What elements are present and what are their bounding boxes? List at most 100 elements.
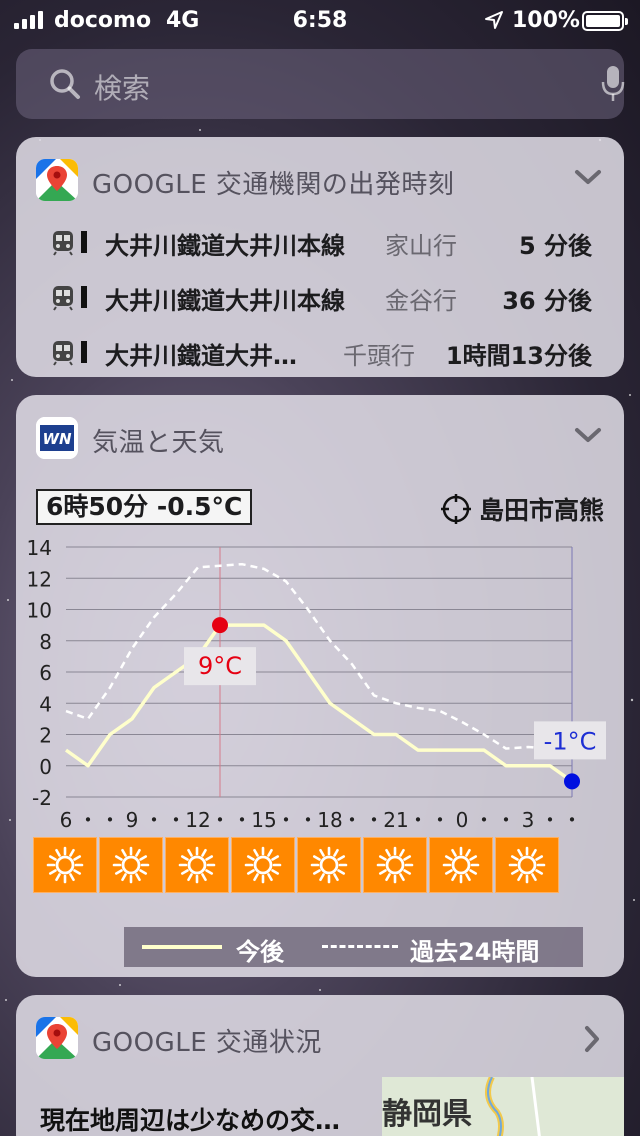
- sun-icon: [244, 846, 282, 884]
- x-tick-label: ・: [474, 808, 494, 832]
- chevron-down-icon[interactable]: [574, 167, 602, 187]
- eta: 1時間13分後: [445, 342, 592, 370]
- weather-cell: [33, 837, 97, 893]
- chevron-down-icon[interactable]: [574, 425, 602, 445]
- line-name: 大井川鐵道大井川本線: [105, 287, 345, 315]
- location-name: 島田市高熊: [478, 496, 604, 525]
- x-tick-label: ・: [210, 808, 230, 832]
- transit-widget[interactable]: GOOGLE 交通機関の出発時刻 大井川鐵道大井川本線 家山行 5 分後 大井川…: [16, 137, 624, 377]
- widget-title: 気温と天気: [92, 428, 225, 458]
- weather-cell: [297, 837, 361, 893]
- crosshair-icon: [440, 494, 471, 524]
- x-tick-label: ・: [100, 808, 120, 832]
- search-input[interactable]: 検索: [94, 67, 150, 107]
- x-tick-label: ・: [430, 808, 450, 832]
- map-region-label: 静岡県: [382, 1097, 472, 1132]
- chart-legend: 今後 過去24時間: [124, 927, 583, 967]
- train-icon: [53, 286, 87, 311]
- current-temperature-readout: 6時50分 -0.5°C: [36, 489, 253, 525]
- microphone-icon[interactable]: [600, 64, 626, 104]
- weather-cell: [99, 837, 163, 893]
- widget-header[interactable]: GOOGLE 交通状況: [16, 995, 624, 1077]
- google-maps-icon: [36, 1017, 78, 1059]
- traffic-summary: 現在地周辺は少なめの交…: [40, 1106, 341, 1135]
- traffic-widget[interactable]: GOOGLE 交通状況 現在地周辺は少なめの交… 静岡県: [16, 995, 624, 1136]
- destination: 金谷行: [385, 287, 457, 315]
- weather-widget[interactable]: WN 気温と天気 6時50分 -0.5°C 島田市高熊 14 12 10 8 6 4 2 0 -…: [16, 395, 624, 977]
- y-tick-label: 12: [27, 567, 52, 591]
- widget-title: GOOGLE 交通機関の出発時刻: [92, 170, 455, 200]
- y-tick-label: 4: [39, 692, 52, 716]
- status-bar: docomo 4G 6:58 100%: [0, 0, 640, 42]
- train-icon: [53, 231, 87, 256]
- x-tick-label: ・: [166, 808, 186, 832]
- x-tick-label: ・: [540, 808, 560, 832]
- legend-dashed-line: [322, 945, 398, 948]
- x-tick-label: ・: [408, 808, 428, 832]
- sun-icon: [310, 846, 348, 884]
- widget-header[interactable]: WN 気温と天気: [16, 395, 624, 477]
- x-tick-label: 12: [185, 808, 210, 832]
- x-tick-label: ・: [562, 808, 582, 832]
- location-arrow-icon: [485, 11, 503, 29]
- x-tick-label: 21: [383, 808, 408, 832]
- x-tick-label: ・: [78, 808, 98, 832]
- departure-row[interactable]: 大井川鐵道大井川本線 金谷行 36 分後: [16, 277, 624, 317]
- y-tick-label: 2: [39, 724, 52, 748]
- sun-icon: [46, 846, 84, 884]
- sun-icon: [508, 846, 546, 884]
- y-tick-label: 0: [39, 755, 52, 779]
- destination: 家山行: [385, 232, 457, 260]
- map-thumbnail[interactable]: 静岡県: [382, 1077, 624, 1136]
- x-tick-label: ・: [364, 808, 384, 832]
- widget-header[interactable]: GOOGLE 交通機関の出発時刻: [16, 137, 624, 219]
- destination: 千頭行: [343, 342, 415, 370]
- x-tick-label: ・: [276, 808, 296, 832]
- train-icon: [53, 341, 87, 366]
- min-temp-label: -1°C: [544, 727, 597, 755]
- x-tick-label: ・: [342, 808, 362, 832]
- y-tick-label: 8: [39, 630, 52, 654]
- x-tick-label: 0: [456, 808, 469, 832]
- search-bar[interactable]: 検索: [16, 49, 626, 119]
- weather-cell: [495, 837, 559, 893]
- sun-icon: [112, 846, 150, 884]
- chevron-right-icon[interactable]: [582, 1025, 602, 1053]
- past-24h-line: [65, 562, 573, 760]
- legend-past-label: 過去24時間: [410, 938, 540, 966]
- temperature-chart: 14121086420-26 ・・ 9 ・・ 12 ・・ 15 ・・ 18 ・・ 21 ・・ 0 ・・ 3 ・…: [27, 536, 606, 832]
- location-label[interactable]: 島田市高熊: [440, 491, 604, 527]
- weather-cell: [165, 837, 229, 893]
- x-tick-label: ・: [496, 808, 516, 832]
- max-temp-label: 9°C: [198, 652, 242, 680]
- weather-cell: [429, 837, 493, 893]
- battery-icon: [582, 11, 628, 31]
- legend-solid-line: [142, 945, 222, 949]
- widget-title: GOOGLE 交通状況: [92, 1028, 322, 1058]
- google-maps-icon: [36, 159, 78, 201]
- eta: 36 分後: [502, 287, 592, 315]
- weather-cell: [231, 837, 295, 893]
- battery-percent: 100%: [512, 8, 580, 33]
- line-name: 大井川鐵道大井…: [105, 342, 297, 370]
- sun-icon: [178, 846, 216, 884]
- departure-row[interactable]: 大井川鐵道大井川本線 家山行 5 分後: [16, 222, 624, 262]
- departure-row[interactable]: 大井川鐵道大井… 千頭行 1時間13分後: [16, 332, 624, 372]
- y-tick-label: 14: [27, 536, 52, 560]
- legend-future-label: 今後: [236, 938, 284, 966]
- min-point: [564, 773, 580, 790]
- y-tick-label: 6: [39, 661, 52, 685]
- weathernews-icon: WN: [36, 417, 78, 459]
- eta: 5 分後: [518, 232, 592, 260]
- max-point: [212, 617, 228, 634]
- x-tick-label: 15: [251, 808, 276, 832]
- weather-cell: [363, 837, 427, 893]
- sun-icon: [376, 846, 414, 884]
- y-tick-label: -2: [32, 786, 52, 810]
- svg-text:WN: WN: [42, 430, 72, 448]
- x-tick-label: 3: [522, 808, 535, 832]
- search-icon: [50, 69, 80, 99]
- x-tick-label: 6: [60, 808, 73, 832]
- x-tick-label: ・: [232, 808, 252, 832]
- x-tick-label: ・: [298, 808, 318, 832]
